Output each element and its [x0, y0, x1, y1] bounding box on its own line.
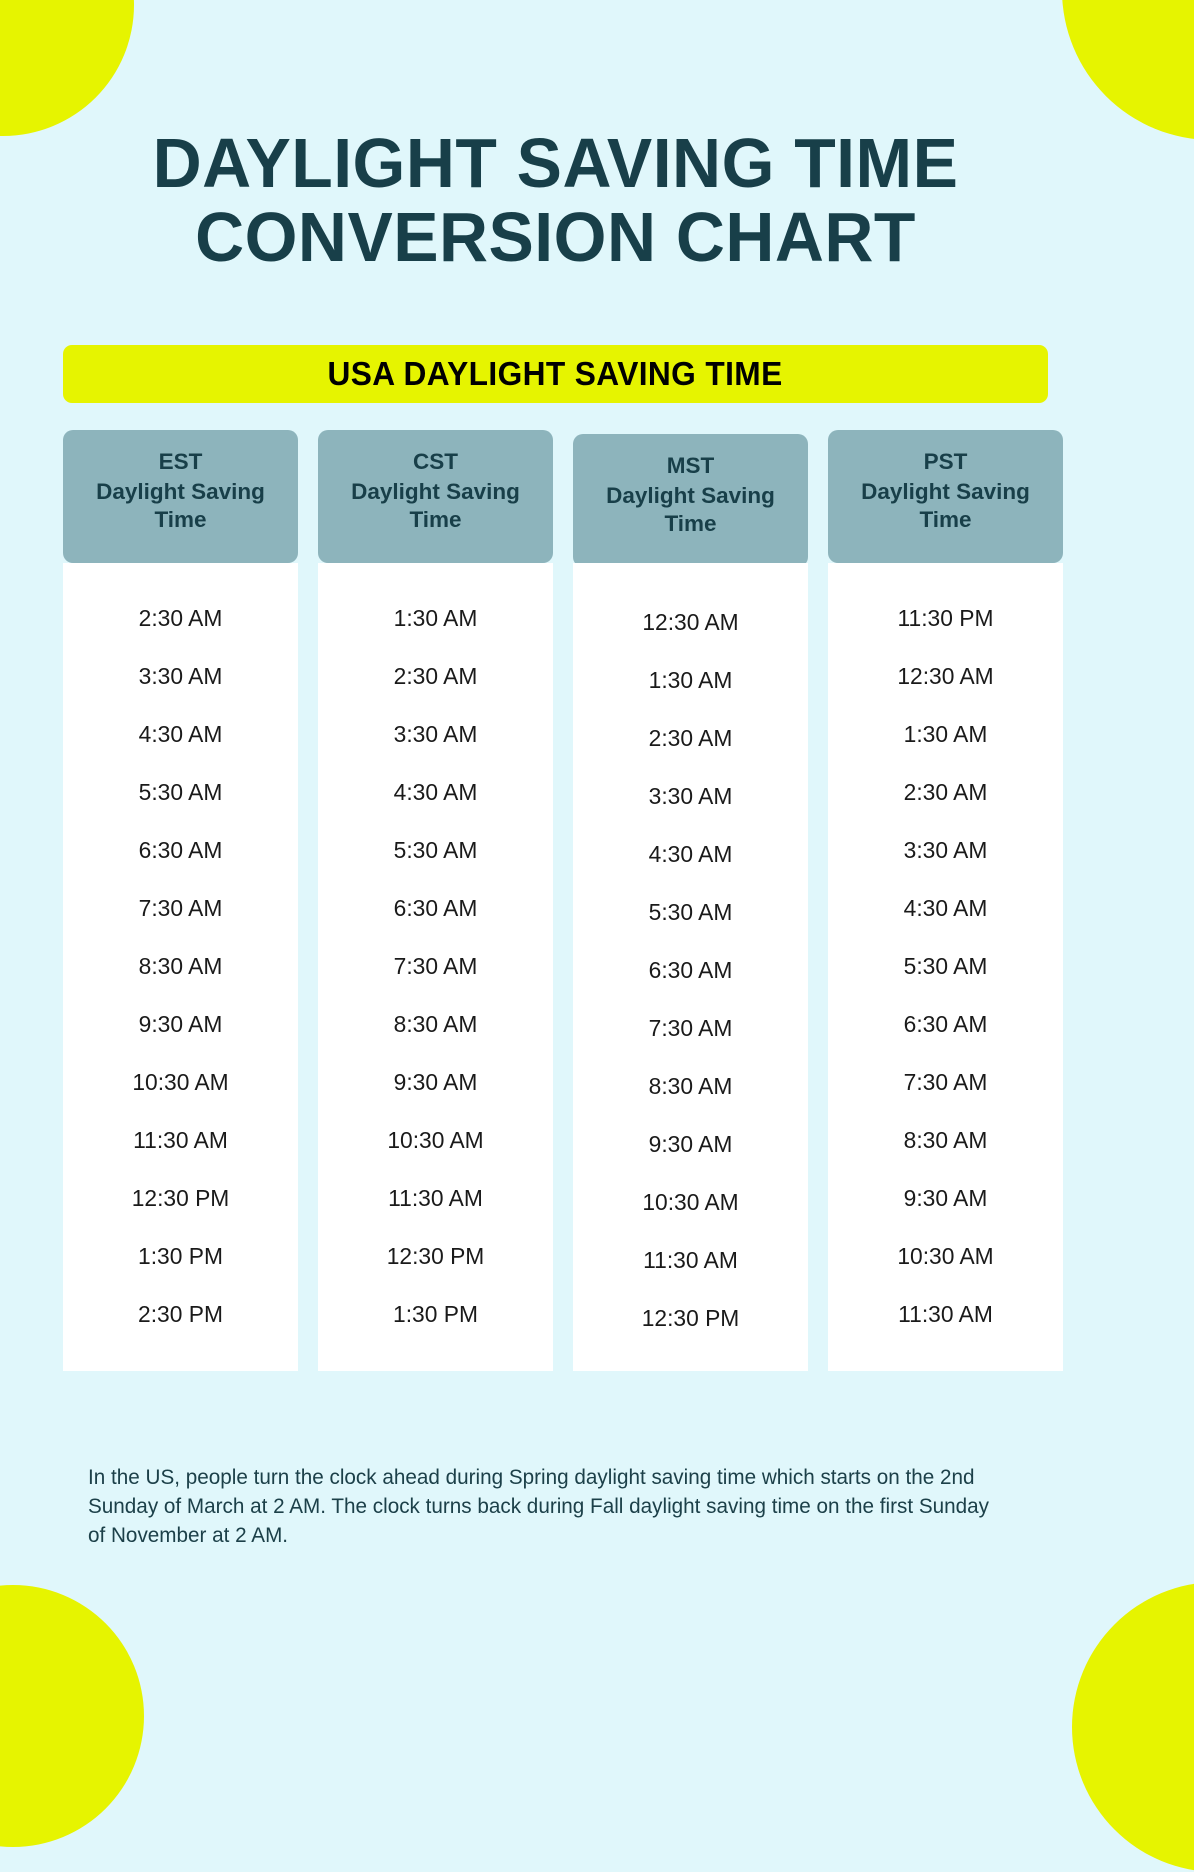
- table-cell: 2:30 AM: [393, 663, 478, 689]
- table-cell: 2:30 PM: [138, 1301, 223, 1327]
- table-cell: 10:30 AM: [897, 1243, 994, 1269]
- table-cell: 7:30 AM: [393, 953, 478, 979]
- table-column-mst: MST Daylight Saving Time 12:30 AM 1:30 AM 2:…: [573, 430, 808, 1371]
- column-header-subtitle: Daylight Saving Time: [351, 479, 520, 532]
- table-cell: 1:30 AM: [648, 667, 733, 693]
- table-cell: 11:30 AM: [133, 1127, 228, 1153]
- table-cell: 2:30 AM: [903, 779, 988, 805]
- table-cell: 7:30 AM: [903, 1069, 988, 1095]
- table-cell: 8:30 AM: [393, 1011, 478, 1037]
- table-cell: 1:30 PM: [393, 1301, 478, 1327]
- decorative-circle-top-left: [0, 0, 134, 136]
- page-title-line-1: DAYLIGHT SAVING TIME: [152, 124, 959, 202]
- section-banner-label: USA DAYLIGHT SAVING TIME: [327, 355, 784, 392]
- page-title-line-2: CONVERSION CHART: [195, 198, 916, 276]
- table-cell: 2:30 AM: [138, 605, 223, 631]
- table-cell: 5:30 AM: [903, 953, 988, 979]
- table-cell: 5:30 AM: [648, 899, 733, 925]
- table-cell: 10:30 AM: [132, 1069, 229, 1095]
- table-cell: 5:30 AM: [393, 837, 478, 863]
- table-cell: 3:30 AM: [138, 663, 223, 689]
- table-cell: 9:30 AM: [903, 1185, 988, 1211]
- table-cell: 11:30 PM: [897, 605, 994, 631]
- table-cell: 8:30 AM: [903, 1127, 988, 1153]
- column-header-abbr: MST: [666, 453, 715, 478]
- table-cell: 4:30 AM: [393, 779, 478, 805]
- column-header-subtitle: Daylight Saving Time: [861, 479, 1030, 532]
- table-column-est: EST Daylight Saving Time 2:30 AM 3:30 AM 4:3…: [63, 430, 298, 1371]
- table-column-pst: PST Daylight Saving Time 11:30 PM 12:30 AM 1…: [828, 430, 1063, 1371]
- table-cell: 6:30 AM: [648, 957, 733, 983]
- table-cell: 12:30 PM: [641, 1305, 740, 1331]
- footer-note: In the US, people turn the clock ahead d…: [88, 1466, 990, 1547]
- column-body: 1:30 AM 2:30 AM 3:30 AM 4:30 AM 5:30 AM 6:30 …: [318, 563, 553, 1371]
- table-cell: 3:30 AM: [648, 783, 733, 809]
- table-cell: 12:30 AM: [897, 663, 994, 689]
- table-cell: 7:30 AM: [138, 895, 223, 921]
- table-cell: 4:30 AM: [648, 841, 733, 867]
- table-cell: 10:30 AM: [642, 1189, 739, 1215]
- column-header-abbr: PST: [923, 449, 968, 474]
- table-cell: 6:30 AM: [138, 837, 223, 863]
- decorative-circle-bottom-left: [0, 1585, 144, 1847]
- column-body: 2:30 AM 3:30 AM 4:30 AM 5:30 AM 6:30 AM 7:30 …: [63, 563, 298, 1371]
- table-cell: 11:30 AM: [898, 1301, 993, 1327]
- column-header-abbr: EST: [158, 449, 203, 474]
- decorative-circle-bottom-right: [1072, 1582, 1194, 1872]
- column-header-subtitle: Daylight Saving Time: [606, 483, 775, 536]
- table-cell: 4:30 AM: [138, 721, 223, 747]
- table-cell: 8:30 AM: [648, 1073, 733, 1099]
- column-header-subtitle: Daylight Saving Time: [96, 479, 265, 532]
- table-cell: 5:30 AM: [138, 779, 223, 805]
- conversion-table: EST Daylight Saving Time 2:30 AM 3:30 AM 4:3…: [63, 430, 1063, 1371]
- table-cell: 6:30 AM: [393, 895, 478, 921]
- table-cell: 9:30 AM: [138, 1011, 223, 1037]
- table-cell: 11:30 AM: [388, 1185, 483, 1211]
- decorative-circle-top-right: [1062, 0, 1194, 140]
- table-cell: 7:30 AM: [648, 1015, 733, 1041]
- table-cell: 10:30 AM: [387, 1127, 484, 1153]
- column-header-est: EST Daylight Saving Time: [63, 430, 298, 563]
- column-header-abbr: CST: [413, 449, 458, 474]
- table-cell: 12:30 PM: [131, 1185, 230, 1211]
- column-header-pst: PST Daylight Saving Time: [828, 430, 1063, 563]
- table-cell: 2:30 AM: [648, 725, 733, 751]
- table-cell: 12:30 AM: [642, 609, 739, 635]
- table-cell: 1:30 PM: [138, 1243, 223, 1269]
- column-body: 12:30 AM 1:30 AM 2:30 AM 3:30 AM 4:30 AM 5:30…: [573, 563, 808, 1371]
- column-header-mst: MST Daylight Saving Time: [573, 434, 808, 567]
- table-cell: 9:30 AM: [393, 1069, 478, 1095]
- table-cell: 8:30 AM: [138, 953, 223, 979]
- table-cell: 12:30 PM: [386, 1243, 485, 1269]
- page-title: DAYLIGHT SAVING TIME CONVERSION CHART: [63, 126, 1048, 274]
- table-cell: 11:30 AM: [643, 1247, 738, 1273]
- column-header-cst: CST Daylight Saving Time: [318, 430, 553, 563]
- column-body: 11:30 PM 12:30 AM 1:30 AM 2:30 AM 3:30 AM 4:3…: [828, 563, 1063, 1371]
- table-cell: 3:30 AM: [903, 837, 988, 863]
- table-cell: 4:30 AM: [903, 895, 988, 921]
- table-cell: 3:30 AM: [393, 721, 478, 747]
- table-column-cst: CST Daylight Saving Time 1:30 AM 2:30 AM 3:3…: [318, 430, 553, 1371]
- poster-page: DAYLIGHT SAVING TIME CONVERSION CHART US…: [0, 0, 1194, 1872]
- table-cell: 9:30 AM: [648, 1131, 733, 1157]
- table-cell: 1:30 AM: [393, 605, 478, 631]
- section-banner: USA DAYLIGHT SAVING TIME: [63, 345, 1048, 403]
- table-cell: 1:30 AM: [903, 721, 988, 747]
- table-cell: 6:30 AM: [903, 1011, 988, 1037]
